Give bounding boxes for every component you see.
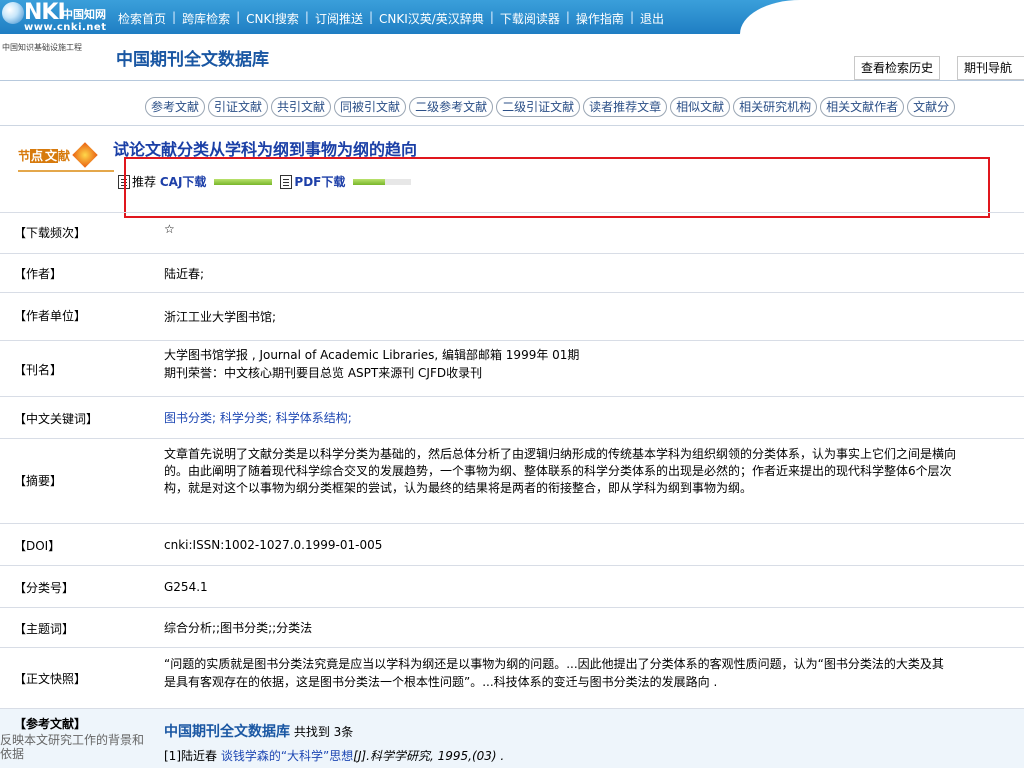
references-db-name[interactable]: 中国期刊全文数据库 <box>164 724 290 740</box>
diamond-icon <box>72 142 98 168</box>
nav-logout[interactable]: 退出 <box>640 10 664 27</box>
row-journal: 【刊名】 大学图书馆学报 , Journal of Academic Libra… <box>0 340 1024 396</box>
view-search-history-tab[interactable]: 查看检索历史 <box>854 56 941 80</box>
abstract-line-2: 的。由此阐明了随着现代科学综合交叉的发展趋势，一个事物为纲、整体联系的科学分类体… <box>164 464 952 478</box>
pill-co-cited[interactable]: 同被引文献 <box>334 97 407 117</box>
pill-literature-classification[interactable]: 文献分 <box>907 97 956 117</box>
class-number-value: G254.1 <box>164 580 208 594</box>
row-abstract: 【摘要】 文章首先说明了文献分类是以科学分类为基础的，然后总体分析了由逻辑归纳形… <box>0 438 1024 523</box>
label-download-frequency: 【下载频次】 <box>14 226 87 240</box>
top-nav: 检索首页 | 跨库检索 | CNKI搜索 | 订阅推送 | CNKI汉英/英汉辞典 | 下… <box>118 10 664 27</box>
row-subject: 【主题词】 综合分析;;图书分类;;分类法 <box>0 607 1024 647</box>
pill-similar[interactable]: 相似文献 <box>670 97 731 117</box>
nav-dictionary[interactable]: CNKI汉英/英汉辞典 <box>379 10 484 27</box>
row-affiliation: 【作者单位】 浙江工业大学图书馆; <box>0 292 1024 340</box>
logo-url: www.cnki.net <box>24 22 107 33</box>
references-db-heading: 中国期刊全文数据库 共找到 3条 <box>164 721 353 741</box>
row-download-frequency: 【下载频次】 ☆ <box>0 212 1024 253</box>
journal-honors: 期刊荣誉：中文核心期刊要目总览 ASPT来源刊 CJFD收录刊 <box>164 366 483 380</box>
reference-item-1: [1]陆近春 谈钱学森的“大科学”思想[J].科学学研究, 1995,(03) … <box>164 749 505 763</box>
nav-guide[interactable]: 操作指南 <box>576 10 624 27</box>
label-abstract: 【摘要】 <box>14 474 63 488</box>
label-references: 【参考文献】 <box>14 717 87 731</box>
snapshot-line-1: “问题的实质就是图书分类法究竟是应当以学科为纲还是以事物为纲的问题。...因此他… <box>164 657 944 671</box>
label-snapshot: 【正文快照】 <box>14 672 87 686</box>
top-bar: NKI 中国知网 www.cnki.net 检索首页 | 跨库检索 | CNKI搜索… <box>0 0 1024 34</box>
logo-cn-name: 中国知网 <box>62 8 106 21</box>
header-divider <box>0 80 1024 81</box>
abstract-line-3: 构，就是对这个以事物为纲分类框架的尝试，认为最终的结果将是两者的衔接整合，即从学… <box>164 481 753 495</box>
pill-secondary-citing[interactable]: 二级引证文献 <box>496 97 581 117</box>
affiliation-link[interactable]: 浙江工业大学图书馆; <box>164 309 276 326</box>
database-title: 中国期刊全文数据库 <box>116 50 269 70</box>
journal-link[interactable]: 大学图书馆学报 , Journal of Academic Libraries,… <box>164 347 579 364</box>
reference-1-link[interactable]: 谈钱学森的“大科学”思想 <box>221 749 353 763</box>
pill-reader-recommended[interactable]: 读者推荐文章 <box>583 97 668 117</box>
related-links-row: 参考文献 引证文献 共引文献 同被引文献 二级参考文献 二级引证文献 读者推荐文… <box>145 97 956 117</box>
label-journal: 【刊名】 <box>14 363 63 377</box>
label-doi: 【DOI】 <box>14 539 61 553</box>
node-literature-badge: 节点 文献 <box>18 142 114 172</box>
doi-value: cnki:ISSN:1002-1027.0.1999-01-005 <box>164 538 383 552</box>
nav-subscribe-push[interactable]: 订阅推送 <box>315 10 363 27</box>
references-count: 共找到 3条 <box>290 725 354 739</box>
nav-cross-db-search[interactable]: 跨库检索 <box>182 10 230 27</box>
cnki-logo[interactable]: NKI 中国知网 www.cnki.net <box>2 0 114 33</box>
keyword-link-1[interactable]: 图书分类 <box>164 411 212 425</box>
row-class-number: 【分类号】 G254.1 <box>0 565 1024 607</box>
snapshot-line-2: 是具有客观存在的依据，这是图书分类法一个根本性问题”。...科技体系的变迁与图书… <box>164 675 718 689</box>
globe-icon <box>2 2 24 24</box>
highlight-box <box>124 157 990 218</box>
keyword-links-rest[interactable]: ; 科学分类; 科学体系结构; <box>212 411 352 425</box>
label-class-number: 【分类号】 <box>14 581 75 595</box>
author-link[interactable]: 陆近春; <box>164 266 204 283</box>
row-keywords: 【中文关键词】 图书分类; 科学分类; 科学体系结构; <box>0 396 1024 438</box>
label-author: 【作者】 <box>14 267 63 281</box>
references-section: 【参考文献】 反映本文研究工作的背景和依据 中国期刊全文数据库 共找到 3条 [… <box>0 708 1024 768</box>
nav-download-reader[interactable]: 下载阅读器 <box>500 10 560 27</box>
pill-related-authors[interactable]: 相关文献作者 <box>820 97 905 117</box>
row-doi: 【DOI】 cnki:ISSN:1002-1027.0.1999-01-005 <box>0 523 1024 565</box>
pill-citing[interactable]: 引证文献 <box>208 97 269 117</box>
pill-secondary-references[interactable]: 二级参考文献 <box>409 97 494 117</box>
pill-references[interactable]: 参考文献 <box>145 97 206 117</box>
nav-search-home[interactable]: 检索首页 <box>118 10 166 27</box>
infra-project-label: 中国知识基础设施工程 <box>2 43 82 52</box>
journal-nav-tab[interactable]: 期刊导航 <box>957 56 1024 80</box>
row-author: 【作者】 陆近春; <box>0 253 1024 292</box>
label-subject: 【主题词】 <box>14 622 75 636</box>
subject-value: 综合分析;;图书分类;;分类法 <box>164 621 313 635</box>
pill-co-citing[interactable]: 共引文献 <box>271 97 332 117</box>
header-wave-decoration <box>740 0 1024 34</box>
row-snapshot: 【正文快照】 “问题的实质就是图书分类法究竟是应当以学科为纲还是以事物为纲的问题… <box>0 647 1024 708</box>
nav-cnki-search[interactable]: CNKI搜索 <box>246 10 299 27</box>
abstract-line-1: 文章首先说明了文献分类是以科学分类为基础的，然后总体分析了由逻辑归纳形成的传统基… <box>164 447 957 461</box>
label-affiliation: 【作者单位】 <box>14 309 87 323</box>
pill-related-institutions[interactable]: 相关研究机构 <box>733 97 818 117</box>
star-icon: ☆ <box>164 222 175 236</box>
references-subtitle: 反映本文研究工作的背景和依据 <box>0 733 145 761</box>
label-keywords: 【中文关键词】 <box>14 412 99 426</box>
